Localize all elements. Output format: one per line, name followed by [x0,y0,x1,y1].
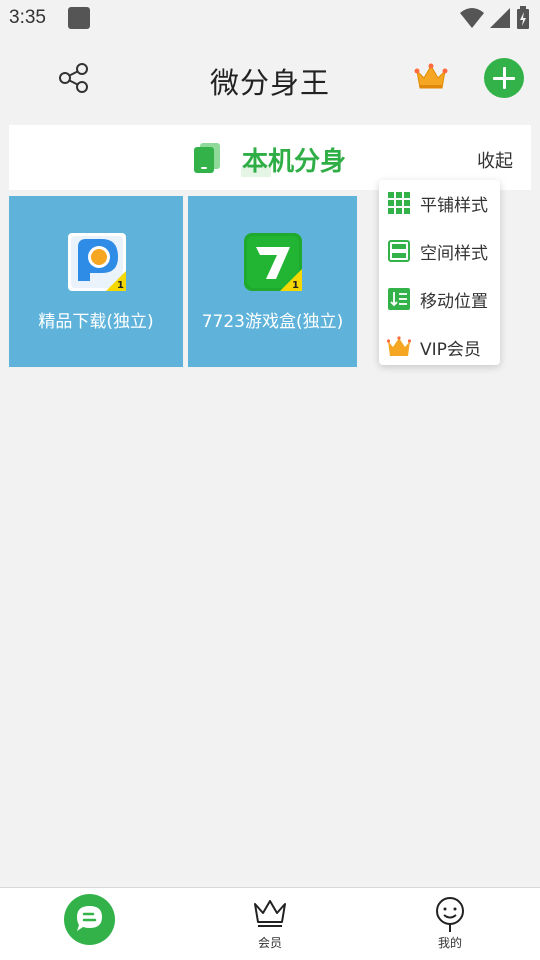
wifi-icon [460,8,484,28]
clone-badge: 1 [117,280,124,291]
app-tile-label: 7723游戏盒(独立) [201,312,344,332]
menu-item-label: 移动位置 [420,292,488,312]
menu-item-vip[interactable]: VIP会员 [379,324,500,372]
menu-item-tile-style[interactable]: 平铺样式 [379,180,500,228]
options-menu: 平铺样式 空间样式 移动位置 VIP会员 [379,180,500,365]
crown-icon [414,63,448,89]
menu-item-move-position[interactable]: 移动位置 [379,276,500,324]
status-icons [460,6,530,30]
nav-mine-button[interactable]: 我的 [420,896,480,958]
person-icon [436,897,464,932]
app-tile[interactable]: 1 7723游戏盒(独立) [188,196,357,367]
status-bar: 3:35 [0,0,540,38]
vip-crown-button[interactable] [414,62,448,92]
nav-home-button[interactable] [64,894,115,945]
section-title: 本机分身 [242,147,347,177]
menu-item-label: VIP会员 [420,340,481,360]
chat-icon [77,906,102,931]
grid-icon [388,192,410,214]
collapse-button[interactable]: 收起 [477,147,513,173]
app-header: 微分身王 [0,40,540,118]
signal-icon [490,8,510,28]
nav-label: 会员 [257,936,282,950]
stack-icon [388,240,410,262]
menu-item-space-style[interactable]: 空间样式 [379,228,500,276]
pp-download-icon: 1 [68,233,126,291]
move-icon [388,288,410,310]
nav-label: 我的 [437,936,462,950]
notification-icon [68,7,90,29]
7723-game-box-icon: 1 [244,233,302,291]
status-time: 3:35 [9,7,46,28]
menu-item-label: 平铺样式 [420,196,488,216]
bottom-navigation: 会员 我的 [0,887,540,960]
app-tile-label: 精品下载(独立) [38,312,154,332]
app-tile[interactable]: 1 精品下载(独立) [9,196,183,367]
page-title: 微分身王 [209,66,330,100]
phone-clone-icon [194,143,220,173]
menu-item-label: 空间样式 [420,244,488,264]
nav-vip-button[interactable]: 会员 [240,896,300,958]
crown-outline-icon [254,900,286,927]
clone-badge: 1 [292,280,299,291]
battery-icon [517,6,529,29]
crown-icon [387,336,411,356]
add-button[interactable] [484,58,524,98]
